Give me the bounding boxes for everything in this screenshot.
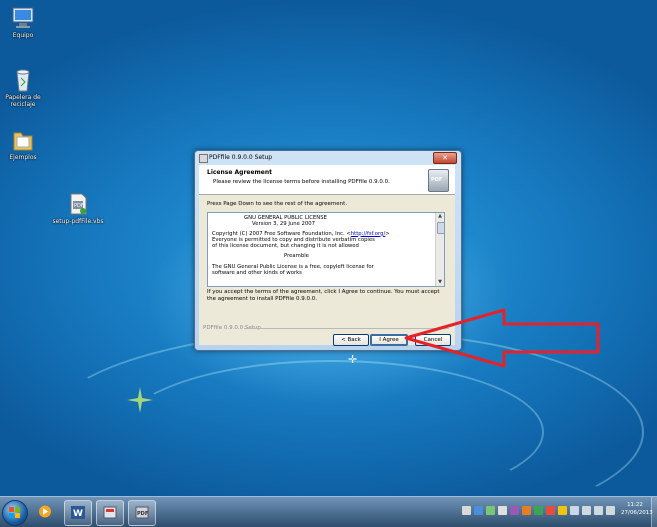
agree-message: If you accept the terms of the agreement… — [207, 289, 440, 302]
desktop-icon-examples-folder[interactable]: Ejemplos — [1, 128, 45, 161]
header-band: License Agreement Please review the lice… — [199, 165, 455, 195]
license-line-text: Copyright (C) 2007 Free Software Foundat… — [212, 230, 351, 237]
taskbar-word-button[interactable]: W — [64, 500, 92, 526]
license-line: Preamble — [284, 253, 309, 260]
computer-icon — [10, 6, 36, 30]
pdf-logo-text: PDF — [431, 177, 443, 183]
tray-icon[interactable] — [474, 506, 483, 515]
onenote-icon[interactable] — [510, 506, 519, 515]
clock[interactable]: 11:22 27/06/2013 — [621, 501, 653, 517]
close-button[interactable]: ✕ — [433, 152, 457, 164]
volume-icon[interactable] — [594, 506, 603, 515]
page-title: License Agreement — [207, 169, 273, 176]
close-icon: ✕ — [442, 154, 448, 162]
page-subtitle: Please review the license terms before i… — [213, 179, 390, 185]
license-text: GNU GENERAL PUBLIC LICENSE Version 3, 29… — [212, 215, 432, 276]
scroll-down-icon[interactable]: ▼ — [436, 279, 444, 286]
word-icon: W — [71, 506, 85, 519]
instruction-text: Press Page Down to see the rest of the a… — [207, 201, 348, 207]
network-icon[interactable] — [582, 506, 591, 515]
pdf-logo-icon: PDF — [428, 169, 449, 192]
clock-date: 27/06/2013 — [621, 510, 653, 516]
recycle-bin-icon — [10, 68, 36, 92]
show-desktop-button[interactable] — [651, 497, 657, 527]
desktop-icon-label: Equipo — [12, 32, 34, 39]
title-bar[interactable]: PDFfile 0.9.0.0 Setup ✕ — [195, 151, 461, 164]
license-scrollbar[interactable]: ▲ ▼ — [435, 213, 444, 286]
folder-icon — [10, 128, 36, 152]
script-file-icon: PDF — [65, 192, 91, 216]
window-title: PDFfile 0.9.0.0 Setup — [209, 154, 273, 161]
scroll-thumb[interactable] — [437, 222, 444, 234]
desktop-icon-label: Ejemplos — [9, 154, 37, 161]
svg-text:W: W — [73, 509, 83, 519]
wallpaper-swoosh — [120, 360, 544, 496]
license-line-text: > — [385, 230, 390, 237]
license-text-box[interactable]: GNU GENERAL PUBLIC LICENSE Version 3, 29… — [207, 212, 445, 287]
license-line: Version 3, 29 June 2007 — [252, 221, 316, 228]
move-cursor-icon: ✛ — [348, 353, 358, 366]
wallpaper-flare-icon — [127, 387, 153, 413]
desktop-icon-computer[interactable]: Equipo — [1, 6, 45, 39]
tray-icon[interactable] — [498, 506, 507, 515]
app-icon — [199, 154, 208, 163]
taskbar-media-player-button[interactable] — [32, 500, 58, 524]
windows-logo-icon — [9, 507, 21, 519]
desktop-icon-label: setup-pdfFile.vbs — [52, 218, 104, 225]
taskbar: W PDF 11:22 27/06/2013 — [0, 496, 657, 527]
tray-icon[interactable] — [534, 506, 543, 515]
taskbar-pdf-tool-button[interactable] — [96, 500, 124, 526]
installer-icon: PDF — [135, 506, 149, 519]
tray-icon[interactable] — [606, 506, 615, 515]
i-agree-button[interactable]: I Agree — [370, 334, 408, 346]
desktop-icon-label: Papelera de reciclaje — [5, 94, 41, 108]
license-line: software and other kinds of works — [212, 270, 302, 277]
clock-time: 11:22 — [627, 502, 643, 508]
red-arrow-annotation — [404, 308, 600, 368]
tray-icon[interactable] — [546, 506, 555, 515]
flag-icon[interactable] — [570, 506, 579, 515]
desktop-icon-recycle-bin[interactable]: Papelera de reciclaje — [1, 68, 45, 108]
fsf-link[interactable]: http://fsf.org/ — [351, 231, 386, 237]
scroll-up-icon[interactable]: ▲ — [436, 213, 444, 220]
media-player-icon — [39, 505, 51, 518]
taskbar-installer-button[interactable]: PDF — [128, 500, 156, 526]
tray-icon[interactable] — [558, 506, 567, 515]
back-button[interactable]: < Back — [333, 334, 369, 346]
svg-text:PDF: PDF — [137, 511, 148, 517]
license-line: of this license document, but changing i… — [212, 243, 359, 250]
pdf-tool-icon — [103, 506, 117, 519]
start-button[interactable] — [2, 500, 28, 526]
tray-icon[interactable] — [522, 506, 531, 515]
tray-icon[interactable] — [486, 506, 495, 515]
desktop-icon-setup-file[interactable]: PDF setup-pdfFile.vbs — [52, 192, 104, 225]
tray-icon[interactable] — [462, 506, 471, 515]
